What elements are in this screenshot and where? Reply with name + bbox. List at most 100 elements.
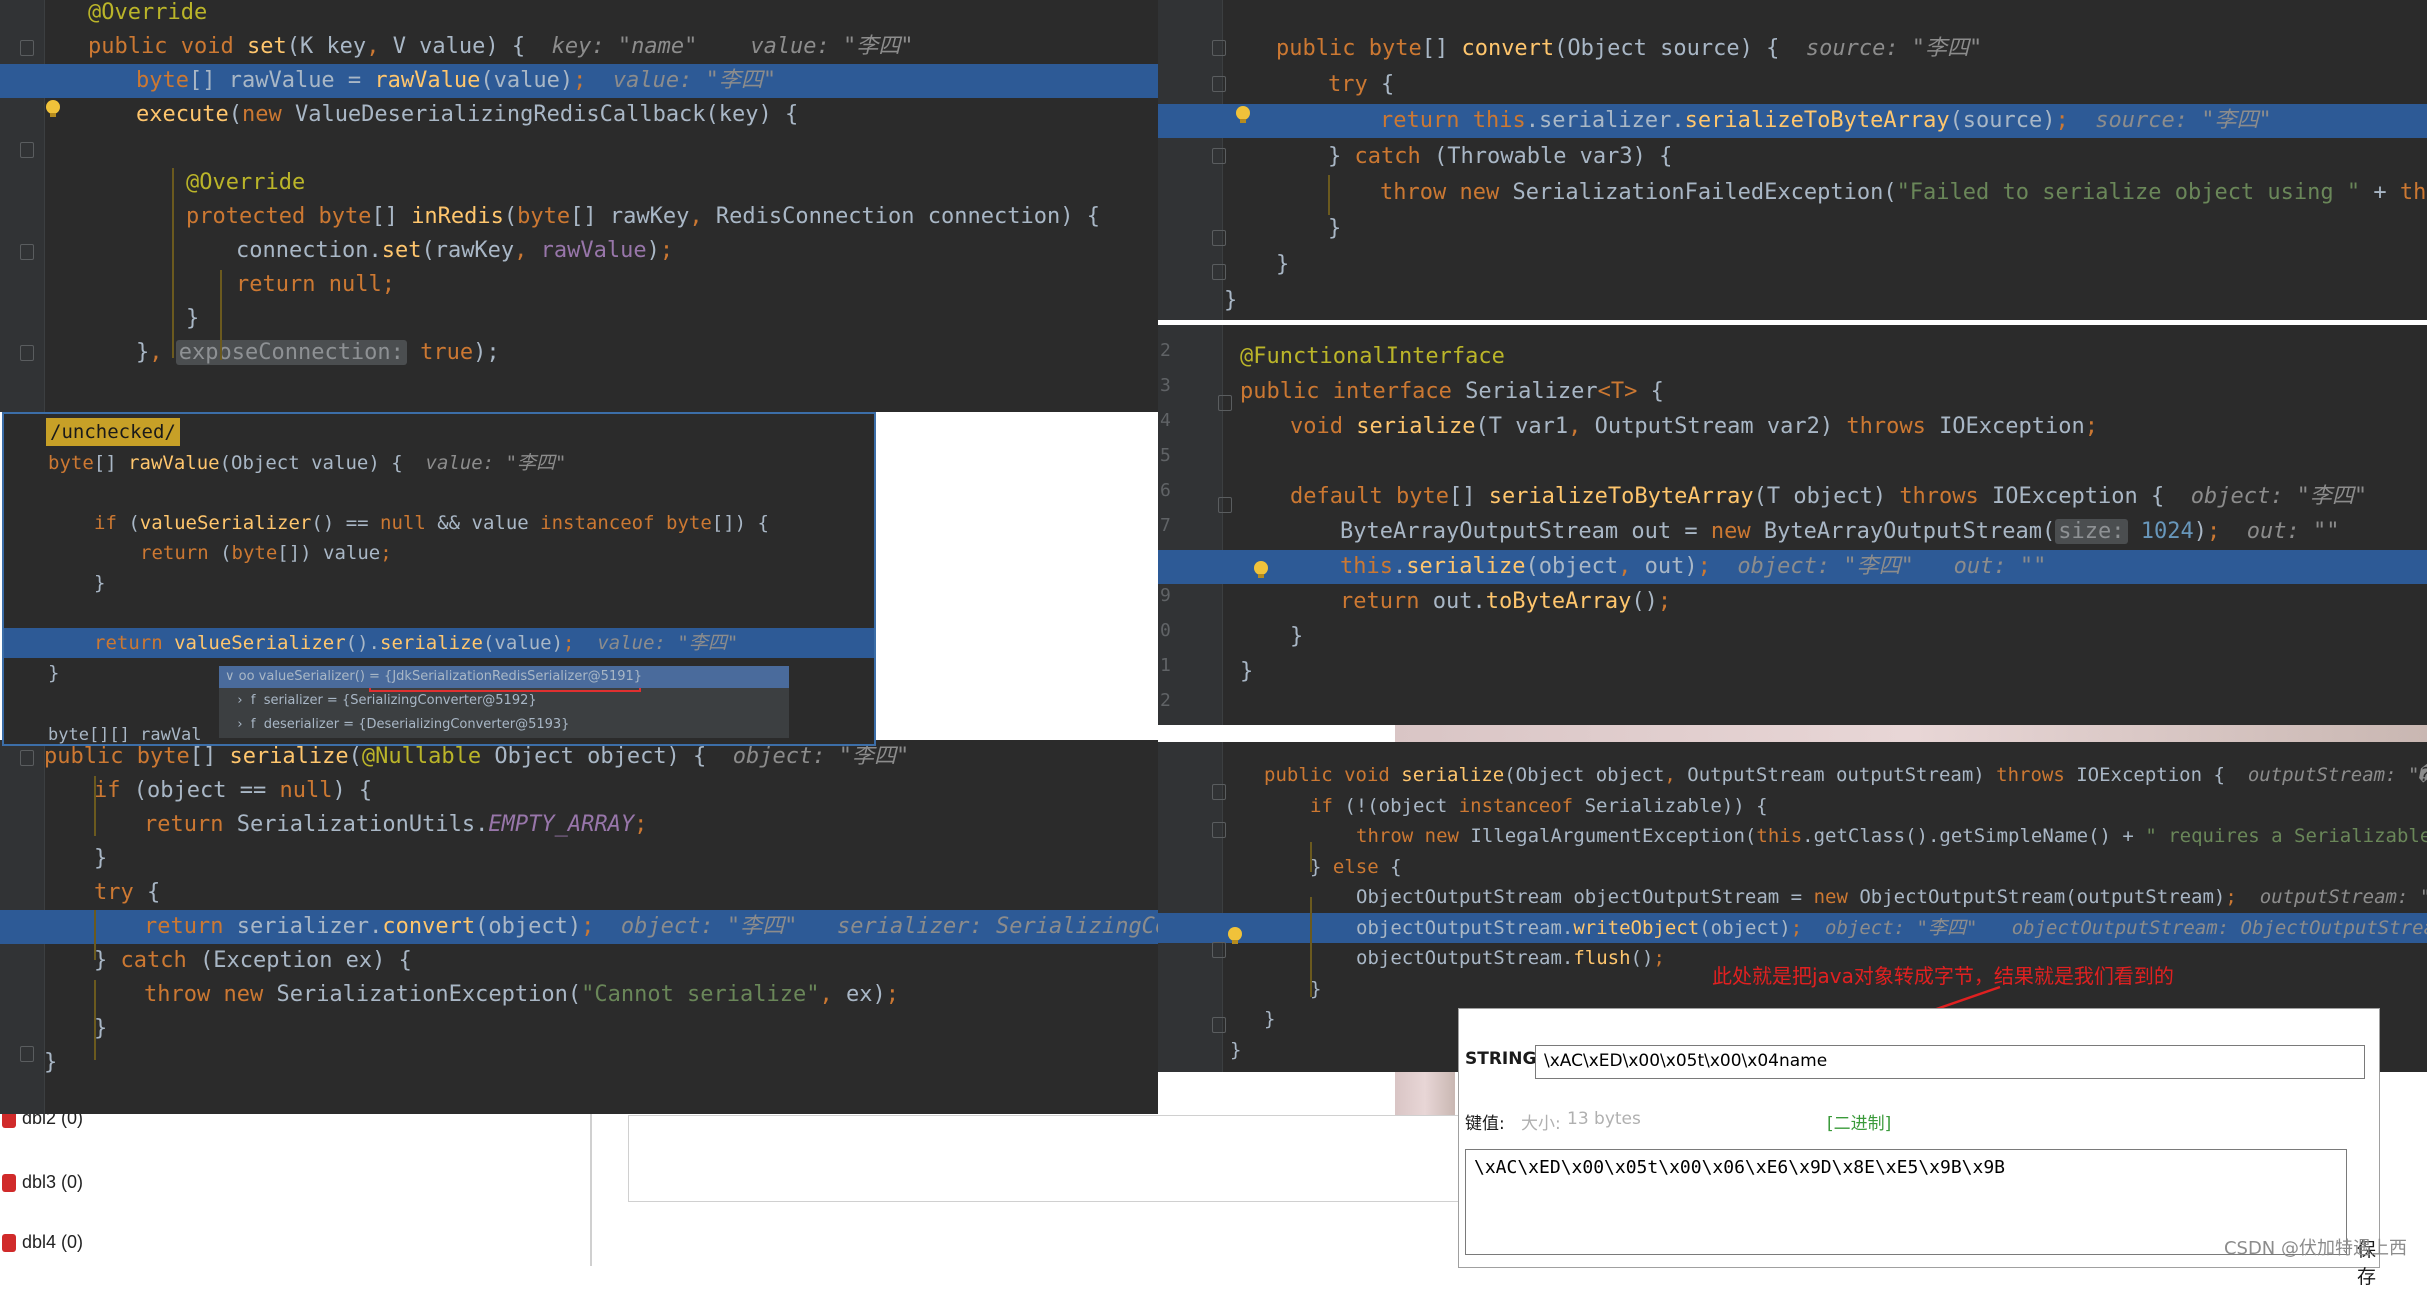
fold-marker-icon[interactable]	[20, 345, 34, 361]
code-token: ;	[1653, 947, 1665, 969]
code-token: public byte	[44, 744, 190, 769]
lightbulb-icon[interactable]	[46, 100, 60, 117]
fold-marker-icon[interactable]	[1218, 497, 1232, 513]
fold-marker-icon[interactable]	[20, 142, 34, 158]
fold-marker-icon[interactable]	[1212, 822, 1226, 838]
key-name-field[interactable]: \xAC\xED\x00\x05t\x00\x04name	[1535, 1045, 2365, 1079]
fold-marker-icon[interactable]	[1212, 784, 1226, 800]
fold-marker-icon[interactable]	[1212, 230, 1226, 246]
code-token: out.	[1432, 589, 1486, 614]
code-line[interactable]: } else {	[1158, 852, 2427, 882]
code-token: this	[2399, 180, 2427, 205]
code-token: []) value	[277, 542, 381, 564]
code-line[interactable]: }	[1158, 284, 2427, 318]
code-token: (Object source) {	[1554, 36, 1806, 61]
code-token: out)	[1644, 554, 1698, 579]
highlighted-code-line[interactable]: byte[] rawValue = rawValue(value); value…	[0, 64, 1158, 98]
variable-tree-row[interactable]: › f serializer = {SerializingConverter@5…	[219, 690, 789, 712]
code-line[interactable]: @Override	[0, 0, 1158, 30]
code-line[interactable]	[1158, 445, 2427, 479]
code-token: IOException {	[1992, 484, 2191, 509]
lightbulb-icon[interactable]	[1236, 106, 1250, 123]
code-line[interactable]: }	[1158, 620, 2427, 654]
code-line[interactable]: }	[1158, 655, 2427, 689]
format-selector[interactable]: [二进制]	[1827, 1109, 1891, 1134]
code-line[interactable]: }	[1158, 212, 2427, 246]
code-line[interactable]	[1158, 690, 2427, 724]
code-line[interactable]: }	[4, 568, 874, 598]
code-line[interactable]: execute(new ValueDeserializingRedisCallb…	[0, 98, 1158, 132]
code-token: return this	[1380, 108, 1526, 133]
highlighted-code-line[interactable]: return serializer.convert(object); objec…	[0, 910, 1158, 944]
fold-marker-icon[interactable]	[20, 750, 34, 766]
fold-marker-icon[interactable]	[1212, 40, 1226, 56]
code-line[interactable]: ByteArrayOutputStream out = new ByteArra…	[1158, 515, 2427, 549]
code-line[interactable]: byte[] rawValue(Object value) { value: "…	[4, 448, 874, 478]
code-token: catch	[1354, 144, 1434, 169]
code-token: ;	[1790, 916, 1826, 939]
code-line[interactable]: try {	[0, 876, 1158, 910]
code-token: ;	[1697, 554, 1738, 579]
code-line[interactable]: if (!(object instanceof Serializable)) {	[1158, 791, 2427, 821]
code-token: }	[1310, 855, 1333, 878]
code-token: value: "李四"	[597, 632, 739, 654]
fold-marker-icon[interactable]	[20, 1046, 34, 1062]
code-token: (object)	[1699, 916, 1791, 939]
code-line[interactable]	[4, 478, 874, 508]
code-line[interactable]: public byte[] convert(Object source) { s…	[1158, 32, 2427, 66]
code-line[interactable]: throw new SerializationException("Cannot…	[0, 978, 1158, 1012]
code-token: );	[473, 340, 500, 365]
code-line[interactable]: if (valueSerializer() == null && value i…	[4, 508, 874, 538]
code-line[interactable]: }	[0, 1046, 1158, 1080]
code-line[interactable]: return SerializationUtils.EMPTY_ARRAY;	[0, 808, 1158, 842]
fold-marker-icon[interactable]	[1212, 942, 1226, 958]
code-token: ValueDeserializingRedisCallback(key) {	[294, 102, 799, 127]
value-textarea[interactable]: \xAC\xED\x00\x05t\x00\x06\xE6\x9D\x8E\xE…	[1465, 1149, 2347, 1255]
fold-marker-icon[interactable]	[1212, 1017, 1226, 1033]
code-line[interactable]: void serialize(T var1, OutputStream var2…	[1158, 410, 2427, 444]
code-token: ;	[581, 914, 621, 939]
fold-marker-icon[interactable]	[1212, 148, 1226, 164]
code-line[interactable]	[4, 598, 874, 628]
database-icon	[2, 1174, 16, 1192]
fold-marker-icon[interactable]	[1218, 395, 1232, 411]
code-line[interactable]: try {	[1158, 68, 2427, 102]
highlighted-code-line[interactable]: return valueSerializer().serialize(value…	[4, 628, 874, 658]
code-token: flush	[1573, 947, 1631, 969]
code-line[interactable]: } catch (Throwable var3) {	[1158, 140, 2427, 174]
code-line[interactable]	[0, 132, 1158, 166]
code-line[interactable]: public void serialize(Object object, Out…	[1158, 760, 2427, 790]
code-line[interactable]: public void set(K key, V value) { key: "…	[0, 30, 1158, 64]
code-token: instanceof byte	[540, 512, 712, 534]
lightbulb-icon[interactable]	[1228, 927, 1242, 944]
highlighted-code-line[interactable]: this.serialize(object, out); object: "李四…	[1158, 550, 2427, 584]
fold-marker-icon[interactable]	[1212, 76, 1226, 92]
fold-marker-icon[interactable]	[20, 244, 34, 260]
code-token: .serializer.	[1525, 108, 1685, 133]
code-token: []	[1448, 484, 1489, 509]
background-image-strip-2	[1395, 1070, 1455, 1115]
code-line[interactable]: return out.toByteArray();	[1158, 585, 2427, 619]
code-line[interactable]: if (object == null) {	[0, 774, 1158, 808]
highlighted-code-line[interactable]: objectOutputStream.writeObject(object); …	[1158, 912, 2427, 943]
code-token: (value)	[482, 632, 564, 654]
lightbulb-icon[interactable]	[1254, 561, 1268, 578]
code-line[interactable]: default byte[] serializeToByteArray(T ob…	[1158, 480, 2427, 514]
code-line[interactable]: }	[0, 842, 1158, 876]
fold-marker-icon[interactable]	[1212, 264, 1226, 280]
code-line[interactable]	[1158, 325, 2427, 339]
code-line[interactable]: throw new IllegalArgumentException(this.…	[1158, 821, 2427, 851]
variable-tree-row[interactable]: › f deserializer = {DeserializingConvert…	[219, 714, 789, 736]
fold-marker-icon[interactable]	[20, 40, 34, 56]
code-line[interactable]: public interface Serializer<T> {	[1158, 375, 2427, 409]
code-line[interactable]: @FunctionalInterface	[1158, 340, 2427, 374]
code-line[interactable]: return (byte[]) value;	[4, 538, 874, 568]
code-line[interactable]: } catch (Exception ex) {	[0, 944, 1158, 978]
highlighted-code-line[interactable]: return this.serializer.serializeToByteAr…	[1158, 104, 2427, 138]
code-line[interactable]: ObjectOutputStream objectOutputStream = …	[1158, 882, 2427, 912]
code-line[interactable]: throw new SerializationFailedException("…	[1158, 176, 2427, 210]
code-token: valueSerializer	[139, 512, 312, 534]
code-line[interactable]: }	[1158, 248, 2427, 282]
variable-tree-row[interactable]: ∨ oo valueSerializer() = {JdkSerializati…	[219, 666, 789, 688]
code-line[interactable]: }	[0, 1012, 1158, 1046]
